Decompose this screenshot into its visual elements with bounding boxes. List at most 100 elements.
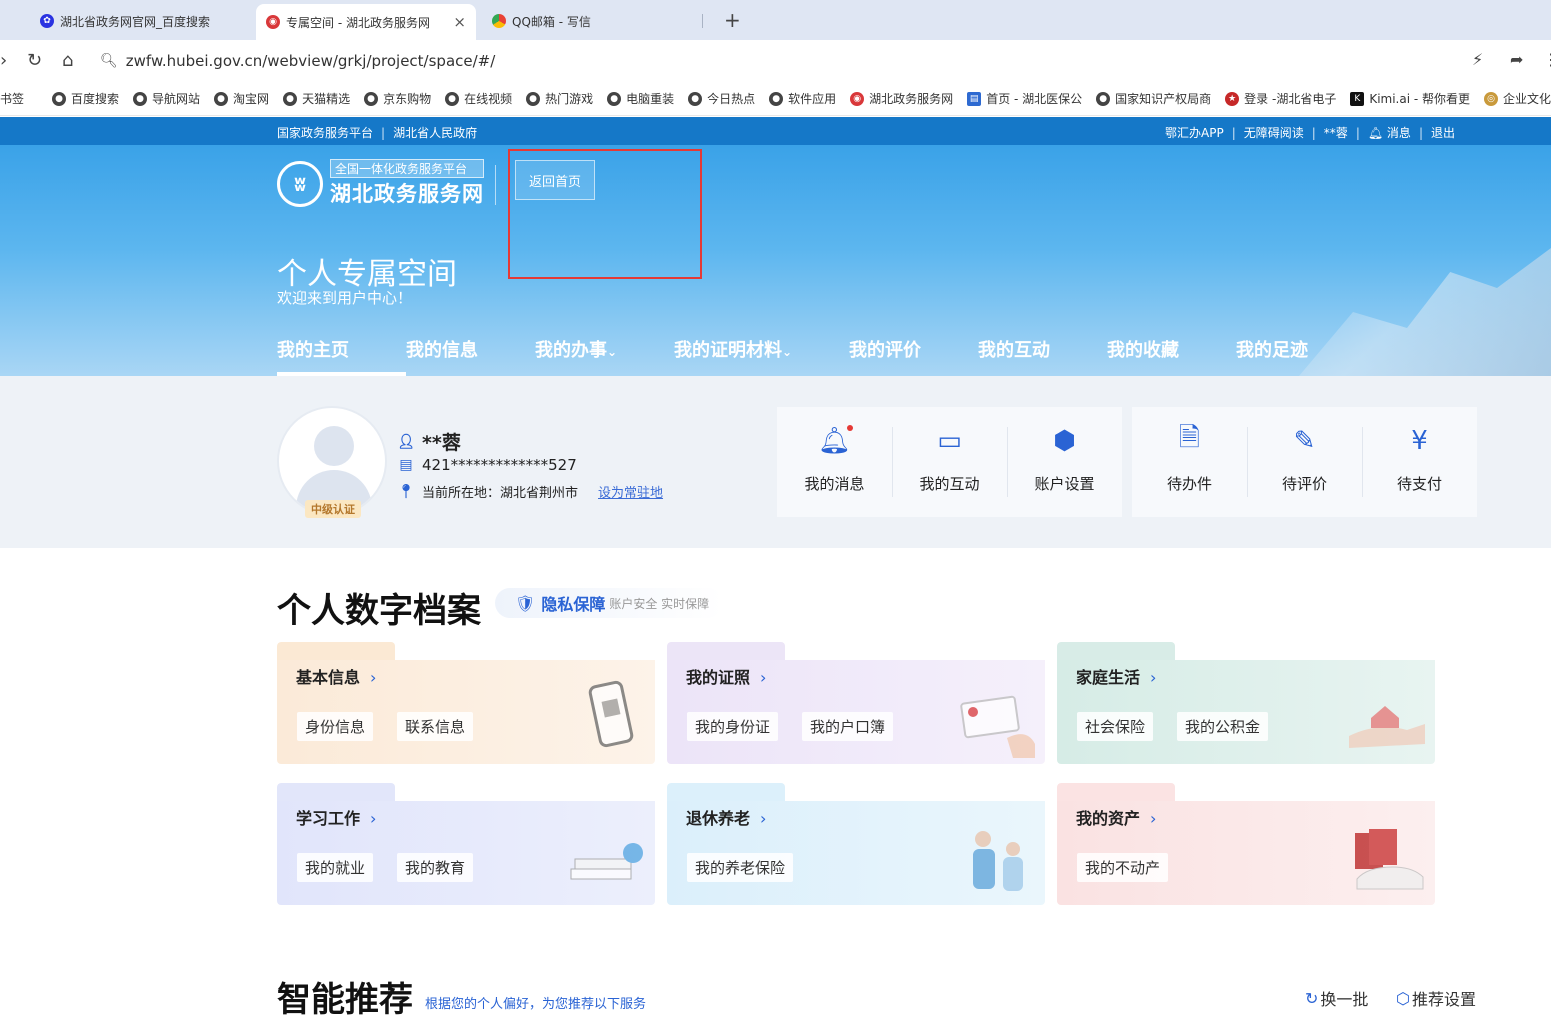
quick-pending-evaluation[interactable]: ✎ 待评价 — [1247, 407, 1362, 517]
bookmark-item[interactable]: ● 京东购物 — [364, 90, 431, 107]
books-globe-icon — [570, 843, 643, 880]
chrome-icon — [492, 14, 506, 28]
globe-icon: ● — [769, 91, 784, 106]
elderly-couple-icon — [973, 831, 1023, 891]
nav-my-footprints[interactable]: 我的足迹 — [1236, 336, 1336, 376]
bookmark-label: 书签 — [0, 92, 25, 106]
bookmark-label: 淘宝网 — [233, 92, 270, 106]
link-accessibility[interactable]: 无障碍阅读 — [1244, 126, 1304, 140]
bookmark-item[interactable]: ● 导航网站 — [133, 90, 200, 107]
link-provincial-government[interactable]: 湖北省人民政府 — [393, 126, 477, 140]
quick-account-settings[interactable]: ⬢ 账户设置 — [1007, 407, 1122, 517]
search-doc-icon: 🗎︎ — [1179, 423, 1200, 453]
bookmark-folder[interactable]: 书签 — [0, 90, 24, 107]
archive-card-study-work[interactable]: 学习工作 › 我的就业 我的教育 — [277, 783, 655, 905]
bookmark-item[interactable]: ● 天猫精选 — [283, 90, 350, 107]
separator: | — [1311, 126, 1316, 140]
link-national-platform[interactable]: 国家政务服务平台 — [277, 126, 373, 140]
nav-certificates[interactable]: 我的证明材料⌄ — [674, 336, 849, 376]
nav-home[interactable]: 我的主页 — [277, 336, 406, 376]
url-field[interactable]: 🔍︎ zwfw.hubei.gov.cn/webview/grkj/projec… — [100, 46, 1550, 76]
nav-my-evaluations[interactable]: 我的评价 — [849, 336, 978, 376]
chip-employment[interactable]: 我的就业 — [297, 853, 374, 882]
nav-label: 我的信息 — [406, 340, 478, 361]
archive-card-basic-info[interactable]: 基本信息 › 身份信息 联系信息 — [277, 642, 655, 764]
card-title: 基本信息 › — [296, 668, 377, 687]
bookmark-item[interactable]: ▤ 首页 - 湖北医保公 — [967, 90, 1082, 107]
bookmark-item[interactable]: ◉ 湖北政务服务网 — [850, 90, 953, 107]
user-location: 当前所在地：湖北省荆州市 — [422, 486, 579, 501]
user-name-row: 👤︎ **蓉 — [397, 428, 461, 455]
archive-title: 个人数字档案 — [277, 591, 481, 631]
quick-my-interactions[interactable]: ▭ 我的互动 — [892, 407, 1007, 517]
close-tab-icon[interactable]: × — [453, 13, 466, 31]
chip-household-register[interactable]: 我的户口簿 — [802, 712, 894, 741]
tab-personal-space[interactable]: ◉ 专属空间 - 湖北政务服务网 × — [256, 4, 476, 40]
phone-qr-icon — [588, 680, 634, 748]
recommend-settings-button[interactable]: ⬡ 推荐设置 — [1396, 986, 1476, 1010]
chip-real-estate[interactable]: 我的不动产 — [1077, 853, 1169, 882]
archive-card-licenses[interactable]: 我的证照 › 我的身份证 我的户口簿 — [667, 642, 1045, 764]
archive-card-assets[interactable]: 我的资产 › 我的不动产 — [1057, 783, 1435, 905]
lightning-icon[interactable]: ⚡︎ — [1472, 50, 1483, 69]
link-app[interactable]: 鄂汇办APP — [1165, 126, 1224, 140]
share-icon[interactable]: ➦ — [1510, 50, 1523, 69]
forward-icon[interactable]: › — [0, 50, 7, 71]
bookmark-item[interactable]: ● 在线视频 — [445, 90, 512, 107]
bookmark-label: 热门游戏 — [545, 92, 594, 106]
menu-icon[interactable]: ⋮ — [1543, 50, 1551, 69]
kimi-icon: K — [1350, 91, 1365, 106]
bookmark-item[interactable]: ★ 登录 -湖北省电子 — [1225, 90, 1336, 107]
link-username[interactable]: **蓉 — [1324, 126, 1348, 140]
hero-banner: ʬ 全国一体化政务服务平台 湖北政务服务网 返回首页 个人专属空间 欢迎来到用户… — [0, 145, 1551, 376]
new-tab-button[interactable]: + — [724, 8, 741, 32]
bookmark-label: 天猫精选 — [302, 92, 351, 106]
refresh-batch-button[interactable]: ↻ 换一批 — [1305, 986, 1368, 1010]
settings-label: 推荐设置 — [1411, 990, 1476, 1009]
chip-contact-info[interactable]: 联系信息 — [397, 712, 474, 741]
archive-card-retirement[interactable]: 退休养老 › 我的养老保险 — [667, 783, 1045, 905]
tab-baidu-search[interactable]: ✿ 湖北省政务网官网_百度搜索 — [30, 6, 220, 36]
chevron-right-icon: › — [760, 668, 767, 687]
baidu-icon: ✿ — [40, 14, 54, 28]
card-title: 我的证照 › — [686, 668, 767, 687]
home-icon[interactable]: ⌂ — [62, 50, 73, 71]
nav-my-favorites[interactable]: 我的收藏 — [1107, 336, 1236, 376]
nav-my-info[interactable]: 我的信息 — [406, 336, 535, 376]
quick-pending-payment[interactable]: ¥ 待支付 — [1362, 407, 1477, 517]
chip-identity-info[interactable]: 身份信息 — [297, 712, 374, 741]
chip-pension-insurance[interactable]: 我的养老保险 — [687, 853, 794, 882]
chip-social-insurance[interactable]: 社会保险 — [1077, 712, 1154, 741]
link-messages[interactable]: 消息 — [1387, 126, 1411, 140]
quick-my-messages[interactable]: 🔔︎ 我的消息 — [777, 407, 892, 517]
bookmark-label: 登录 -湖北省电子 — [1244, 92, 1337, 106]
bookmark-item[interactable]: ● 今日热点 — [688, 90, 755, 107]
bookmark-item[interactable]: ● 软件应用 — [769, 90, 836, 107]
bookmark-item[interactable]: ● 热门游戏 — [526, 90, 593, 107]
chat-icon: ▭ — [937, 426, 962, 456]
bookmark-item[interactable]: K Kimi.ai - 帮你看更 — [1350, 90, 1470, 107]
chip-housing-fund[interactable]: 我的公积金 — [1177, 712, 1269, 741]
bookmark-item[interactable]: ● 百度搜索 — [52, 90, 119, 107]
nav-my-affairs[interactable]: 我的办事⌄ — [535, 336, 674, 376]
tab-divider — [702, 14, 703, 28]
bookmark-item[interactable]: ● 国家知识产权局商 — [1096, 90, 1211, 107]
separator: | — [381, 126, 386, 140]
site-logo[interactable]: ʬ 全国一体化政务服务平台 湖北政务服务网 — [277, 159, 484, 208]
quick-pending-items[interactable]: 🗎︎ 待办件 — [1132, 407, 1247, 517]
link-logout[interactable]: 退出 — [1431, 126, 1455, 140]
reload-icon[interactable]: ↻ — [27, 50, 42, 71]
chip-education[interactable]: 我的教育 — [397, 853, 474, 882]
tab-qq-mail[interactable]: QQ邮箱 - 写信 — [482, 6, 601, 36]
hand-house-icon — [1349, 706, 1425, 748]
privacy-title: 隐私保障 — [541, 595, 606, 614]
set-resident-link[interactable]: 设为常驻地 — [598, 482, 663, 501]
nav-my-interactions[interactable]: 我的互动 — [978, 336, 1107, 376]
bookmark-item[interactable]: ◎ 企业文化 — [1484, 90, 1551, 107]
globe-icon: ● — [133, 91, 148, 106]
chip-id-card[interactable]: 我的身份证 — [687, 712, 779, 741]
bookmark-item[interactable]: ● 淘宝网 — [214, 90, 269, 107]
bookmark-item[interactable]: ● 电脑重装 — [607, 90, 674, 107]
archive-card-family-life[interactable]: 家庭生活 › 社会保险 我的公积金 — [1057, 642, 1435, 764]
logo-title: 湖北政务服务网 — [330, 182, 484, 206]
